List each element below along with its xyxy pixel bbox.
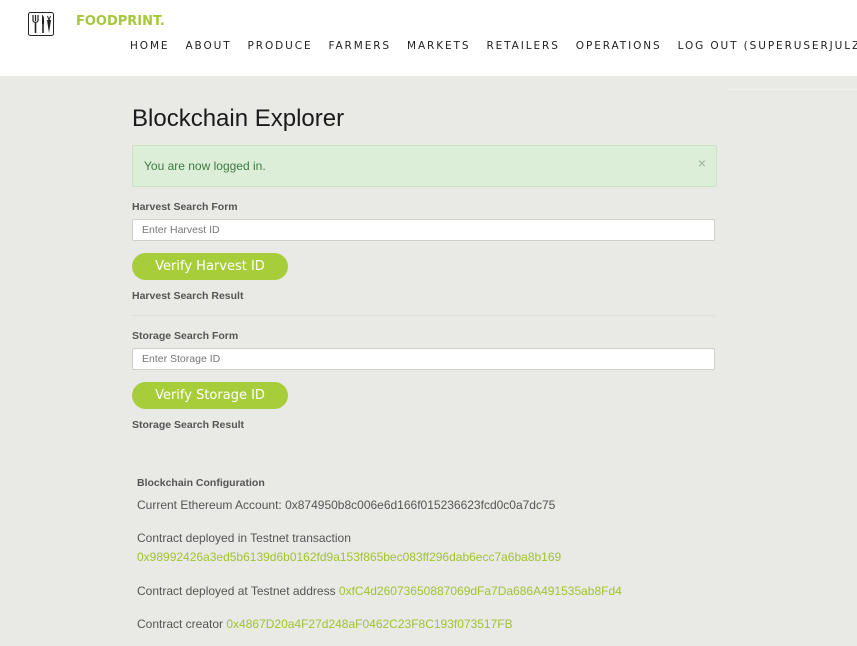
storage-form-label: Storage Search Form <box>132 330 239 342</box>
account-value: 0x874950b8c006e6d166f015236623fcd0c0a7dc… <box>285 498 556 512</box>
contract-creator-link[interactable]: 0x4867D20a4F27d248aF0462C23F8C193f073517… <box>226 617 512 631</box>
close-icon[interactable]: × <box>698 155 706 171</box>
address-prefix: Contract deployed at Testnet address <box>137 584 339 598</box>
account-prefix: Current Ethereum Account: <box>137 498 286 512</box>
fork-knife-carrot-icon[interactable] <box>28 12 54 36</box>
site-header: FOODPRINT. HOME ABOUT PRODUCE FARMERS MA… <box>0 0 857 76</box>
contract-tx-link[interactable]: 0x98992426a3ed5b6139d6b0162fd9a153f865be… <box>137 550 561 564</box>
contract-tx-label: Contract deployed in Testnet transaction <box>137 531 351 545</box>
alert-message: You are now logged in. <box>144 159 266 173</box>
harvest-result-label: Harvest Search Result <box>132 290 244 302</box>
contract-address: Contract deployed at Testnet address 0xf… <box>137 584 622 598</box>
nav-logout[interactable]: LOG OUT (SUPERUSERJULZ) <box>678 40 857 54</box>
creator-prefix: Contract creator <box>137 617 227 631</box>
nav-home[interactable]: HOME <box>130 40 169 54</box>
storage-result-label: Storage Search Result <box>132 419 245 431</box>
storage-id-input[interactable] <box>132 348 715 370</box>
harvest-form-label: Harvest Search Form <box>132 201 238 213</box>
divider <box>728 89 857 90</box>
nav-produce[interactable]: PRODUCE <box>248 40 313 54</box>
blockchain-config-label: Blockchain Configuration <box>137 477 265 489</box>
brand-name[interactable]: FOODPRINT. <box>76 14 165 29</box>
contract-creator: Contract creator 0x4867D20a4F27d248aF046… <box>137 617 513 631</box>
harvest-id-input[interactable] <box>132 219 715 241</box>
nav-operations[interactable]: OPERATIONS <box>576 40 662 54</box>
main-nav: HOME ABOUT PRODUCE FARMERS MARKETS RETAI… <box>130 40 857 54</box>
verify-harvest-button[interactable]: Verify Harvest ID <box>132 253 288 280</box>
success-alert: You are now logged in. × <box>132 145 717 187</box>
page-title: Blockchain Explorer <box>132 105 345 132</box>
nav-about[interactable]: ABOUT <box>185 40 231 54</box>
section-divider <box>132 315 715 316</box>
verify-storage-button[interactable]: Verify Storage ID <box>132 382 288 409</box>
nav-retailers[interactable]: RETAILERS <box>486 40 559 54</box>
nav-markets[interactable]: MARKETS <box>407 40 470 54</box>
ethereum-account: Current Ethereum Account: 0x874950b8c006… <box>137 498 555 512</box>
contract-address-link[interactable]: 0xfC4d26073650887069dFa7Da686A491535ab8F… <box>339 584 622 598</box>
nav-farmers[interactable]: FARMERS <box>328 40 391 54</box>
